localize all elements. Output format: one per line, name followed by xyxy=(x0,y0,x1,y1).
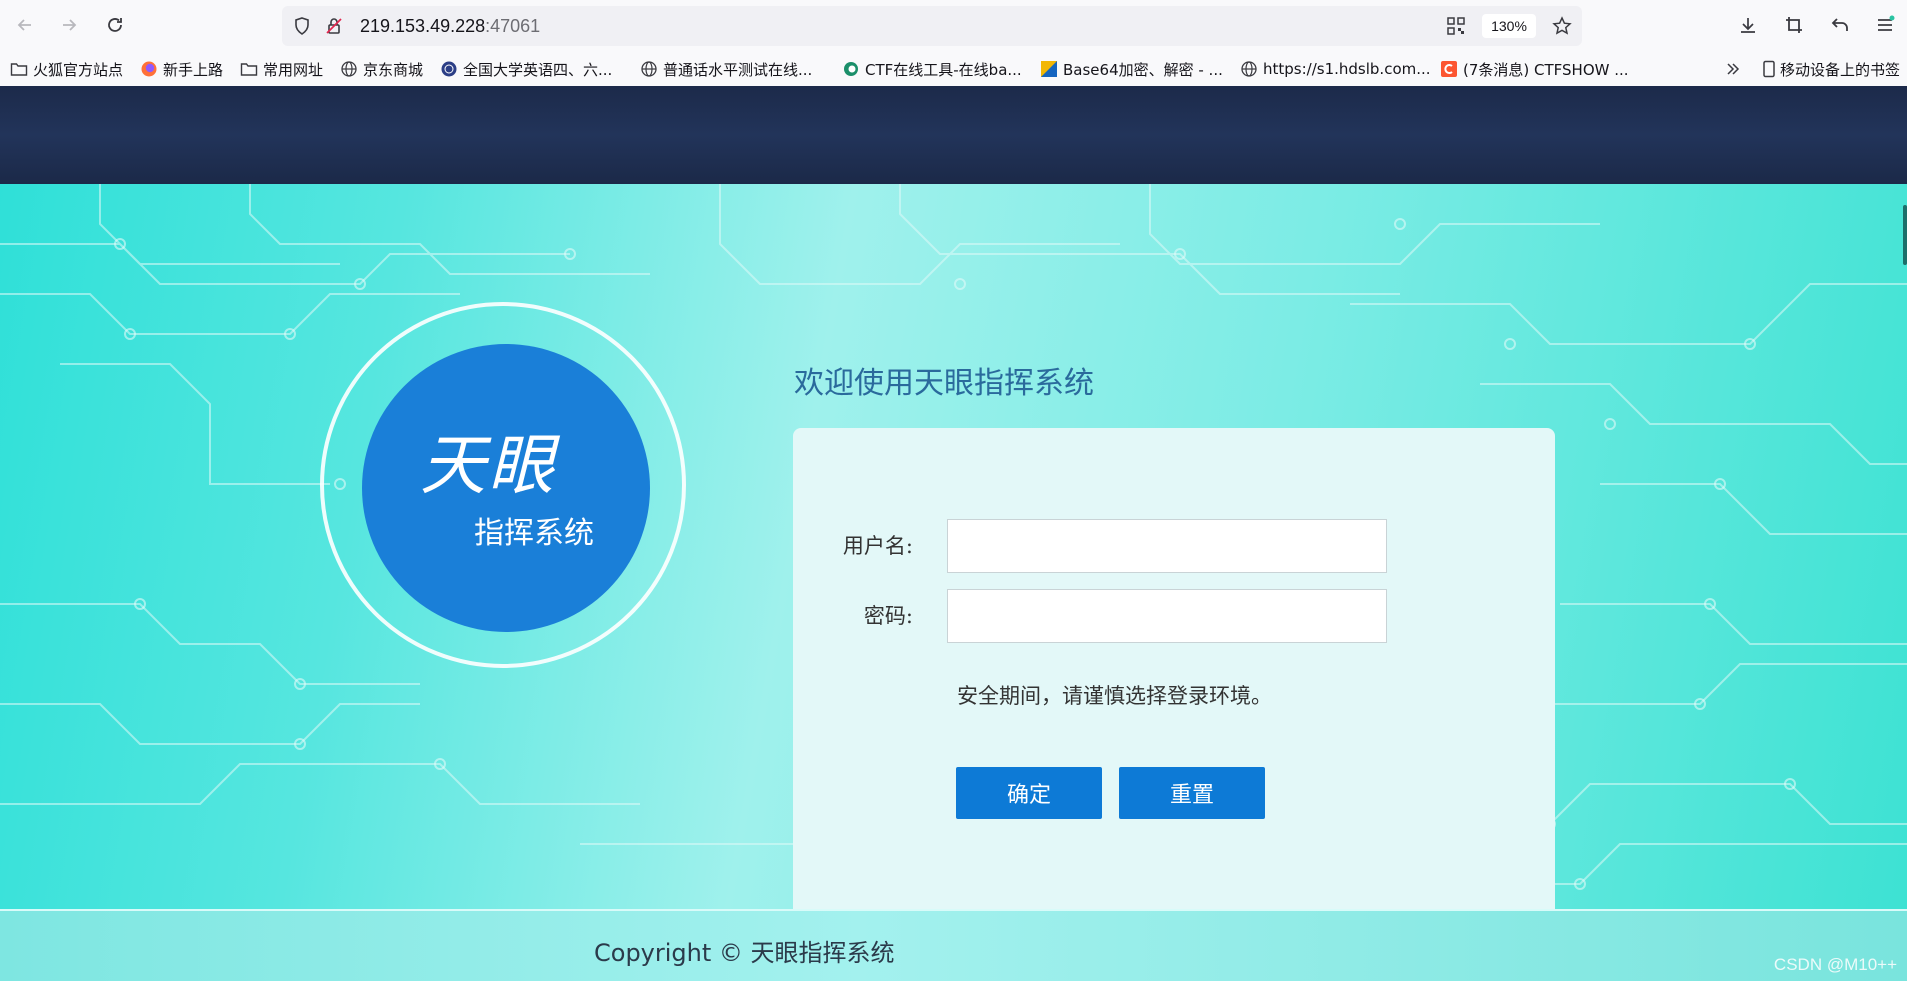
undo-button[interactable] xyxy=(1825,10,1855,40)
crop-icon xyxy=(1786,17,1802,33)
qr-code-icon[interactable] xyxy=(1446,16,1466,36)
zoom-level-badge[interactable]: 130% xyxy=(1482,14,1536,38)
download-icon xyxy=(1741,18,1755,33)
logo-title: 天眼 xyxy=(420,427,556,504)
csdn-icon xyxy=(1441,61,1457,77)
reset-button[interactable]: 重置 xyxy=(1119,767,1265,819)
undo-icon xyxy=(1831,18,1848,31)
bookmark-item[interactable]: (7条消息) CTFSHOW ... xyxy=(1440,56,1629,82)
menu-button[interactable] xyxy=(1870,10,1900,40)
bookmark-label: 全国大学英语四、六... xyxy=(463,60,613,79)
bookmark-label: 新手上路 xyxy=(163,60,224,79)
bookmark-item[interactable]: 火狐官方站点 xyxy=(10,56,123,82)
bookmarks-overflow-button[interactable] xyxy=(1724,56,1747,82)
forward-button[interactable] xyxy=(54,10,84,40)
bookmark-label: 火狐官方站点 xyxy=(33,60,124,79)
ctf-tool-icon xyxy=(844,62,858,76)
bookmark-item[interactable]: 京东商城 xyxy=(340,56,423,82)
insecure-lock-icon[interactable] xyxy=(324,16,344,36)
bookmark-item[interactable]: CTF在线工具-在线ba... xyxy=(842,56,1022,82)
hamburger-menu-icon xyxy=(1878,15,1895,31)
logo-subtitle: 指挥系统 xyxy=(474,516,594,551)
security-notice: 安全期间，请谨慎选择登录环境。 xyxy=(957,684,1272,708)
double-chevron-right-icon xyxy=(1727,63,1740,75)
bookmark-item[interactable]: https://s1.hdslb.com... xyxy=(1240,56,1431,82)
shield-icon[interactable] xyxy=(292,16,312,36)
scrollbar-thumb[interactable] xyxy=(1903,205,1907,265)
bookmark-item[interactable]: Base64加密、解密 - ... xyxy=(1040,56,1223,82)
bookmark-label: Base64加密、解密 - ... xyxy=(1063,60,1223,79)
reload-button[interactable] xyxy=(100,10,130,40)
bookmark-label: 京东商城 xyxy=(363,60,424,79)
mobile-bookmarks[interactable]: 移动设备上的书签 xyxy=(1760,56,1900,82)
arrow-left-icon xyxy=(17,19,31,31)
bookmarks-bar: 火狐官方站点 新手上路 常用网址 京东商城 全国大学英语四、六... 普通话水平… xyxy=(0,52,1907,86)
bookmark-item[interactable]: 新手上路 xyxy=(140,56,223,82)
confirm-button[interactable]: 确定 xyxy=(956,767,1102,819)
password-input[interactable] xyxy=(947,589,1387,643)
mobile-bookmarks-label: 移动设备上的书签 xyxy=(1780,60,1901,79)
folder-icon xyxy=(240,63,258,76)
mobile-device-icon xyxy=(1763,60,1775,78)
url-text[interactable]: 219.153.49.228:47061 xyxy=(360,6,540,46)
login-card: 用户名: 密码: 安全期间，请谨慎选择登录环境。 确定 重置 xyxy=(793,428,1555,920)
globe-icon xyxy=(1241,61,1257,77)
page-header-band xyxy=(0,86,1907,184)
back-button[interactable] xyxy=(10,10,40,40)
browser-toolbar: 219.153.49.228:47061 130% xyxy=(0,0,1907,52)
copyright-text: Copyright © 天眼指挥系统 xyxy=(594,939,895,967)
watermark: CSDN @M10++ xyxy=(1773,955,1897,974)
firefox-icon xyxy=(141,61,157,77)
bookmark-label: CTF在线工具-在线ba... xyxy=(865,60,1022,79)
username-label: 用户名: xyxy=(842,534,913,558)
url-host: 219.153.49.228 xyxy=(360,16,486,36)
password-label: 密码: xyxy=(863,604,913,628)
bookmark-item[interactable]: 全国大学英语四、六... xyxy=(440,56,612,82)
bookmark-item[interactable]: 普通话水平测试在线... xyxy=(640,56,812,82)
downloads-button[interactable] xyxy=(1733,10,1763,40)
bookmark-label: 常用网址 xyxy=(263,60,324,79)
bookmark-label: (7条消息) CTFSHOW ... xyxy=(1463,60,1629,79)
folder-icon xyxy=(10,63,28,76)
footer: Copyright © 天眼指挥系统 CSDN @M10++ xyxy=(0,909,1907,981)
username-input[interactable] xyxy=(947,519,1387,573)
bookmark-label: https://s1.hdslb.com... xyxy=(1263,60,1431,78)
reload-icon xyxy=(108,18,122,32)
globe-icon xyxy=(641,61,657,77)
url-bar[interactable]: 219.153.49.228:47061 130% xyxy=(282,6,1582,46)
arrow-right-icon xyxy=(63,19,77,31)
base64-icon xyxy=(1041,61,1057,77)
bookmark-item[interactable]: 常用网址 xyxy=(240,56,323,82)
star-icon[interactable] xyxy=(1552,16,1572,36)
seal-icon xyxy=(441,61,457,77)
welcome-heading: 欢迎使用天眼指挥系统 xyxy=(794,366,1094,401)
screenshot-button[interactable] xyxy=(1779,10,1809,40)
url-port: :47061 xyxy=(485,16,541,36)
bookmark-label: 普通话水平测试在线... xyxy=(663,60,813,79)
globe-icon xyxy=(341,61,357,77)
